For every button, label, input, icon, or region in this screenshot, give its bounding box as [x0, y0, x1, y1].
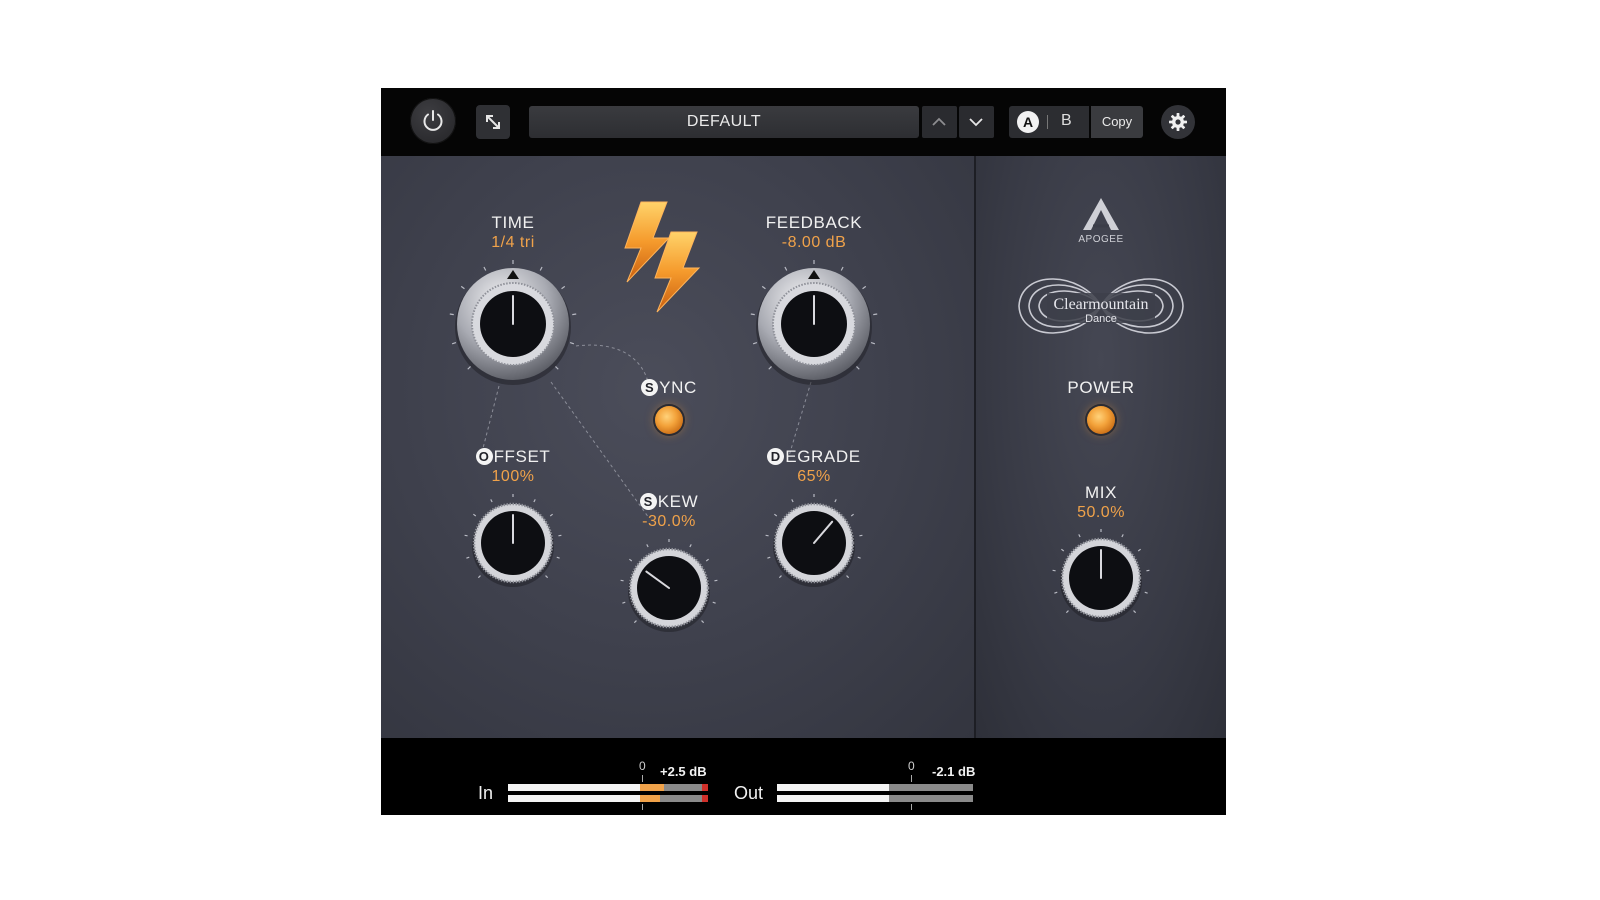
resize-diagonal-icon	[486, 115, 500, 129]
power-icon	[423, 110, 443, 131]
time-value: 1/4 tri	[491, 234, 535, 251]
input-clip-right	[702, 795, 708, 802]
offset-badge: O	[475, 448, 493, 465]
output-meter-left-fill	[777, 784, 889, 791]
resize-button[interactable]	[476, 105, 510, 139]
offset-label-text: FFSET	[493, 447, 551, 466]
degrade-badge: D	[767, 448, 785, 465]
copy-button[interactable]: Copy	[1091, 106, 1143, 138]
power-led-button[interactable]	[1087, 406, 1115, 434]
feedback-label: FEEDBACK	[765, 213, 863, 232]
output-zero-line-bottom	[911, 804, 912, 810]
sync-label-text: YNC	[659, 378, 697, 397]
feedback-value: -8.00 dB	[781, 234, 847, 251]
input-meter-right-over	[640, 795, 660, 802]
clearmountain-dance-logo: Clearmountain Dance	[1018, 278, 1184, 334]
output-meter-label: Out	[734, 783, 764, 803]
ab-compare-group: A B	[1009, 106, 1089, 138]
feedback-knob[interactable]	[749, 259, 879, 389]
input-meter-left-fill	[508, 784, 640, 791]
preset-next-button[interactable]	[959, 106, 994, 138]
product-logo-line1: Clearmountain	[1053, 296, 1148, 313]
sync-led-button[interactable]	[655, 406, 683, 434]
product-logo-line2: Dance	[1085, 313, 1117, 325]
skew-label-text: KEW	[657, 492, 699, 511]
bypass-power-button[interactable]	[410, 98, 456, 144]
toolbar: DEFAULT A B Copy	[381, 88, 1226, 156]
degrade-label: D EGRADE	[759, 447, 869, 467]
input-meter-left-over	[640, 784, 664, 791]
gear-icon	[1169, 113, 1187, 131]
output-peak-value: -2.1 dB	[932, 764, 976, 779]
input-peak-value: +2.5 dB	[660, 764, 707, 779]
chevron-up-icon	[932, 117, 946, 126]
output-zero-line-top	[911, 775, 912, 782]
side-panel: APOGEE Clearmountain Dance POWER MIX 50.…	[976, 156, 1226, 738]
skew-value: -30.0%	[642, 513, 696, 530]
plugin-window: DEFAULT A B Copy TIME 1/4 tri FEEDBACK -…	[381, 88, 1226, 815]
chevron-down-icon	[969, 118, 983, 127]
main-controls-panel: TIME 1/4 tri FEEDBACK -8.00 dB S YNC O FFS…	[381, 156, 974, 738]
mix-knob[interactable]	[1051, 528, 1151, 628]
preset-prev-button[interactable]	[922, 106, 957, 138]
lightning-logo-icon	[624, 201, 701, 313]
degrade-knob[interactable]	[764, 493, 864, 593]
offset-label: O FFSET	[463, 447, 563, 467]
preset-name: DEFAULT	[686, 113, 762, 130]
output-meter-right-fill	[777, 795, 889, 802]
time-label: TIME	[491, 213, 535, 232]
sync-label: S YNC	[624, 378, 714, 398]
ab-b-button[interactable]: B	[1061, 112, 1072, 130]
input-meter-left	[508, 784, 708, 791]
ab-a-button[interactable]: A	[1017, 111, 1039, 133]
offset-value: 100%	[491, 468, 535, 485]
sync-badge: S	[641, 379, 659, 396]
apogee-logo-text: APOGEE	[1078, 234, 1123, 245]
input-clip-left	[702, 784, 708, 791]
output-meter-left	[777, 784, 973, 791]
output-zero-tick-label: 0	[908, 759, 915, 773]
mix-label: MIX	[1084, 483, 1118, 502]
input-zero-tick-label: 0	[639, 759, 646, 773]
skew-label: S KEW	[619, 492, 719, 512]
settings-button[interactable]	[1161, 105, 1195, 139]
degrade-label-text: EGRADE	[785, 447, 861, 466]
skew-knob[interactable]	[619, 538, 719, 638]
input-zero-line-bottom	[642, 804, 643, 810]
preset-selector[interactable]: DEFAULT	[529, 106, 919, 138]
offset-knob[interactable]	[463, 493, 563, 593]
ab-separator	[1047, 115, 1048, 129]
power-label: POWER	[1067, 378, 1135, 397]
input-meter-right-fill	[508, 795, 640, 802]
input-meter-right	[508, 795, 708, 802]
degrade-value: 65%	[797, 468, 831, 485]
apogee-logo: APOGEE	[1078, 198, 1123, 245]
meter-bar: In 0 +2.5 dB Out 0 -2.1 dB	[381, 738, 1226, 815]
time-knob[interactable]	[448, 259, 578, 389]
input-meter-label: In	[478, 783, 494, 803]
skew-badge: S	[639, 493, 657, 510]
input-zero-line-top	[642, 775, 643, 782]
output-meter-right	[777, 795, 973, 802]
mix-value: 50.0%	[1077, 504, 1125, 521]
